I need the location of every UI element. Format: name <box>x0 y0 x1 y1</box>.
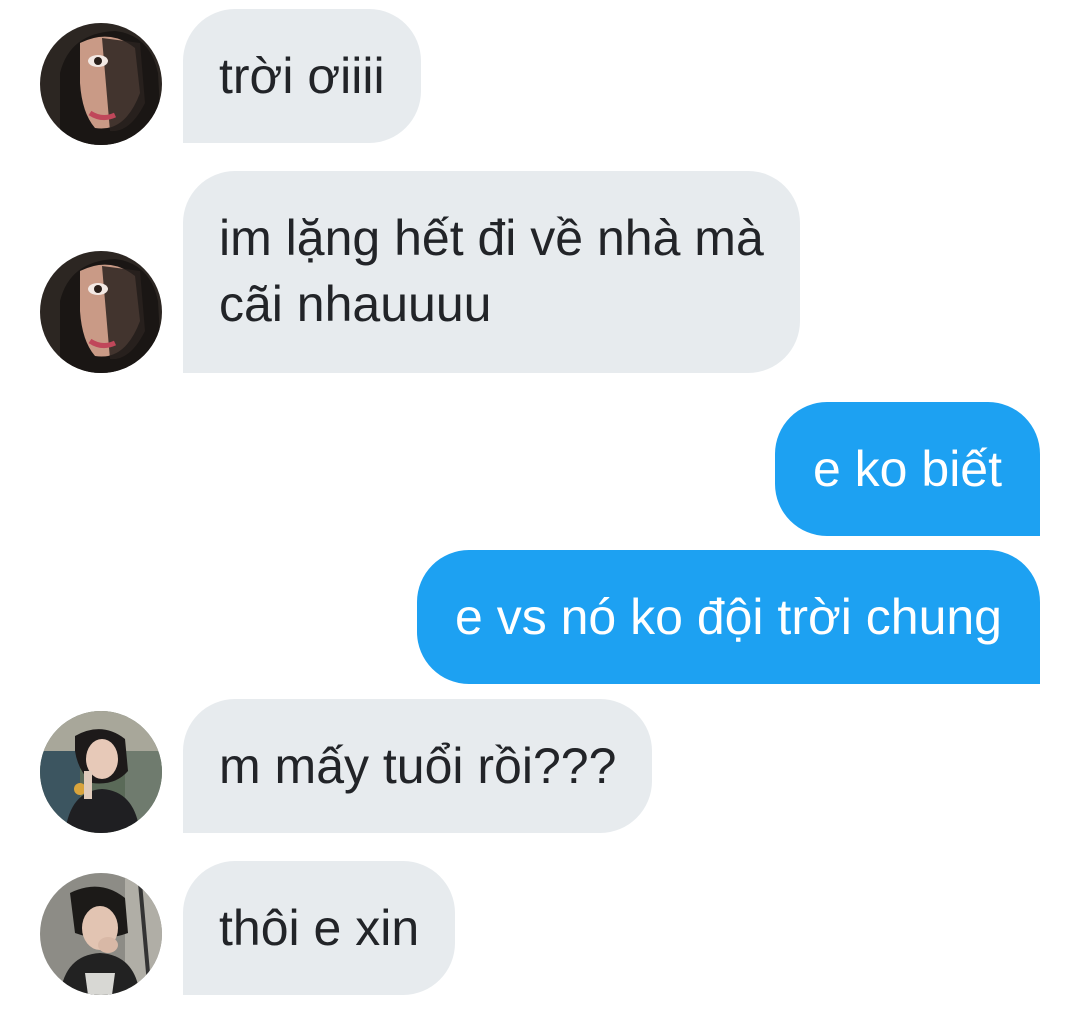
message-row: e ko biết <box>0 402 1080 536</box>
message-row: e vs nó ko đội trời chung <box>0 550 1080 684</box>
message-bubble[interactable]: thôi e xin <box>183 861 456 995</box>
avatar-photo <box>40 23 162 145</box>
message-text: e vs nó ko đội trời chung <box>455 589 1002 645</box>
avatar-photo <box>40 711 162 833</box>
avatar-user-b[interactable] <box>40 711 162 833</box>
message-row: trời ơiiii <box>0 9 1080 145</box>
message-bubble[interactable]: e ko biết <box>774 402 1040 536</box>
avatar-user-c[interactable] <box>40 873 162 995</box>
message-bubble[interactable]: m mấy tuổi rồi??? <box>183 699 653 833</box>
message-text: trời ơiiii <box>219 48 385 104</box>
message-text: im lặng hết đi về nhà mà <box>219 210 764 266</box>
message-text: e ko biết <box>812 441 1002 497</box>
message-bubble[interactable]: trời ơiiii <box>183 9 421 143</box>
avatar-user-a[interactable] <box>40 23 162 145</box>
avatar-photo <box>40 873 162 995</box>
message-text: cãi nhauuuu <box>219 276 492 332</box>
dm-conversation: { "colors": { "incoming_bubble": "#e7ebe… <box>0 0 1080 1009</box>
message-row: im lặng hết đi về nhà mà cãi nhauuuu <box>0 171 1080 373</box>
message-text: m mấy tuổi rồi??? <box>219 738 617 794</box>
message-bubble[interactable]: e vs nó ko đội trời chung <box>417 550 1040 684</box>
message-text: thôi e xin <box>219 900 420 956</box>
message-row: thôi e xin <box>0 861 1080 995</box>
message-row: m mấy tuổi rồi??? <box>0 699 1080 833</box>
avatar-photo <box>40 251 162 373</box>
avatar-user-a[interactable] <box>40 251 162 373</box>
message-bubble[interactable]: im lặng hết đi về nhà mà cãi nhauuuu <box>183 171 800 373</box>
